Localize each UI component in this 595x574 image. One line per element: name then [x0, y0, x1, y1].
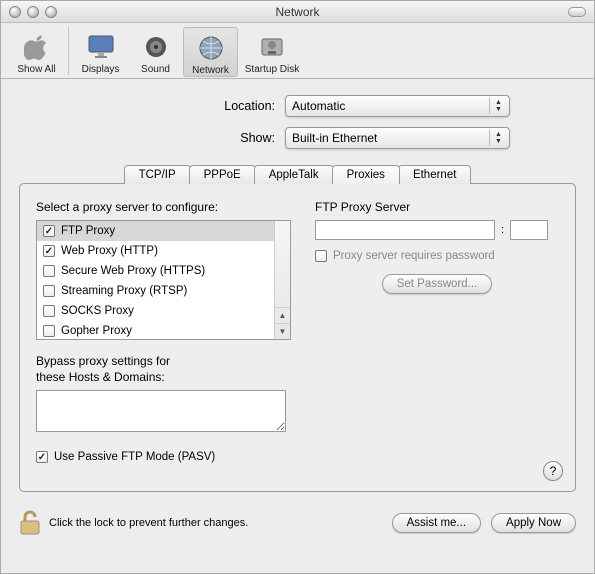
- bypass-label-2: these Hosts & Domains:: [36, 370, 291, 384]
- toolbar-network[interactable]: Network: [183, 27, 238, 77]
- proxy-host-input[interactable]: [315, 220, 495, 240]
- proxy-item-label: Web Proxy (HTTP): [61, 245, 158, 257]
- passive-ftp-label: Use Passive FTP Mode (PASV): [54, 451, 215, 463]
- tabstrip: TCP/IP PPPoE AppleTalk Proxies Ethernet: [19, 165, 576, 184]
- tab-proxies[interactable]: Proxies: [332, 165, 400, 184]
- lock-open-icon[interactable]: [19, 510, 41, 536]
- disk-icon: [258, 33, 286, 61]
- tabpanel-proxies: Select a proxy server to configure: FTP …: [19, 183, 576, 492]
- proxy-checkbox[interactable]: [43, 245, 55, 257]
- proxy-item-label: SOCKS Proxy: [61, 305, 134, 317]
- speaker-icon: [142, 33, 170, 61]
- host-port-separator: :: [501, 224, 504, 236]
- bypass-label-1: Bypass proxy settings for: [36, 354, 291, 368]
- proxy-select-label: Select a proxy server to configure:: [36, 200, 291, 214]
- location-label: Location:: [85, 99, 285, 113]
- proxy-row-gopher[interactable]: Gopher Proxy: [37, 321, 274, 340]
- apply-now-button[interactable]: Apply Now: [491, 513, 576, 533]
- chevron-updown-icon: ▲▼: [489, 98, 507, 114]
- toolbar-separator: [68, 27, 69, 75]
- assist-me-button[interactable]: Assist me...: [392, 513, 481, 533]
- set-password-button[interactable]: Set Password...: [382, 274, 493, 294]
- requires-password-label: Proxy server requires password: [333, 250, 495, 262]
- proxy-item-label: Streaming Proxy (RTSP): [61, 285, 187, 297]
- show-select[interactable]: Built-in Ethernet ▲▼: [285, 127, 510, 149]
- proxy-row-socks[interactable]: SOCKS Proxy: [37, 301, 274, 321]
- proxy-list[interactable]: FTP Proxy Web Proxy (HTTP) Secure Web Pr…: [36, 220, 291, 340]
- proxy-item-label: FTP Proxy: [61, 225, 115, 237]
- display-icon: [86, 33, 116, 61]
- toolbar-toggle-button[interactable]: [568, 7, 586, 17]
- help-button[interactable]: ?: [543, 461, 563, 481]
- tab-appletalk[interactable]: AppleTalk: [254, 165, 334, 184]
- proxy-checkbox[interactable]: [43, 225, 55, 237]
- window-title: Network: [1, 5, 594, 19]
- proxy-item-label: Gopher Proxy: [61, 325, 132, 337]
- show-label: Show:: [85, 131, 285, 145]
- toolbar-label: Sound: [141, 64, 170, 75]
- proxy-checkbox[interactable]: [43, 325, 55, 337]
- toolbar-label: Displays: [82, 64, 120, 75]
- apple-logo-icon: [24, 34, 50, 60]
- proxy-port-input[interactable]: [510, 220, 548, 240]
- requires-password-checkbox[interactable]: [315, 250, 327, 262]
- toolbar: Show All Displays Sound Network Startup …: [1, 23, 594, 79]
- proxy-checkbox[interactable]: [43, 305, 55, 317]
- lock-text: Click the lock to prevent further change…: [49, 517, 248, 529]
- bypass-hosts-input[interactable]: [36, 390, 286, 432]
- proxy-checkbox[interactable]: [43, 265, 55, 277]
- server-label: FTP Proxy Server: [315, 200, 559, 214]
- proxy-row-https[interactable]: Secure Web Proxy (HTTPS): [37, 261, 274, 281]
- passive-ftp-checkbox[interactable]: [36, 451, 48, 463]
- proxy-row-http[interactable]: Web Proxy (HTTP): [37, 241, 274, 261]
- proxy-checkbox[interactable]: [43, 285, 55, 297]
- tab-tcpip[interactable]: TCP/IP: [124, 165, 191, 184]
- toolbar-label: Network: [192, 65, 229, 76]
- scroll-down-icon[interactable]: ▼: [275, 323, 290, 339]
- proxy-item-label: Secure Web Proxy (HTTPS): [61, 265, 205, 277]
- location-value: Automatic: [292, 99, 345, 113]
- scroll-up-icon[interactable]: ▲: [275, 307, 290, 323]
- proxy-row-ftp[interactable]: FTP Proxy: [37, 221, 274, 241]
- tab-pppoe[interactable]: PPPoE: [189, 165, 256, 184]
- proxy-row-rtsp[interactable]: Streaming Proxy (RTSP): [37, 281, 274, 301]
- chevron-updown-icon: ▲▼: [489, 130, 507, 146]
- toolbar-sound[interactable]: Sound: [128, 27, 183, 75]
- location-select[interactable]: Automatic ▲▼: [285, 95, 510, 117]
- tab-ethernet[interactable]: Ethernet: [398, 165, 471, 184]
- toolbar-show-all[interactable]: Show All: [9, 27, 64, 75]
- titlebar: Network: [1, 1, 594, 23]
- show-value: Built-in Ethernet: [292, 131, 377, 145]
- toolbar-displays[interactable]: Displays: [73, 27, 128, 75]
- proxy-scrollbar[interactable]: ▲ ▼: [274, 221, 290, 339]
- globe-icon: [197, 34, 225, 62]
- toolbar-label: Startup Disk: [245, 64, 299, 75]
- toolbar-startup-disk[interactable]: Startup Disk: [238, 27, 306, 75]
- toolbar-label: Show All: [17, 64, 55, 75]
